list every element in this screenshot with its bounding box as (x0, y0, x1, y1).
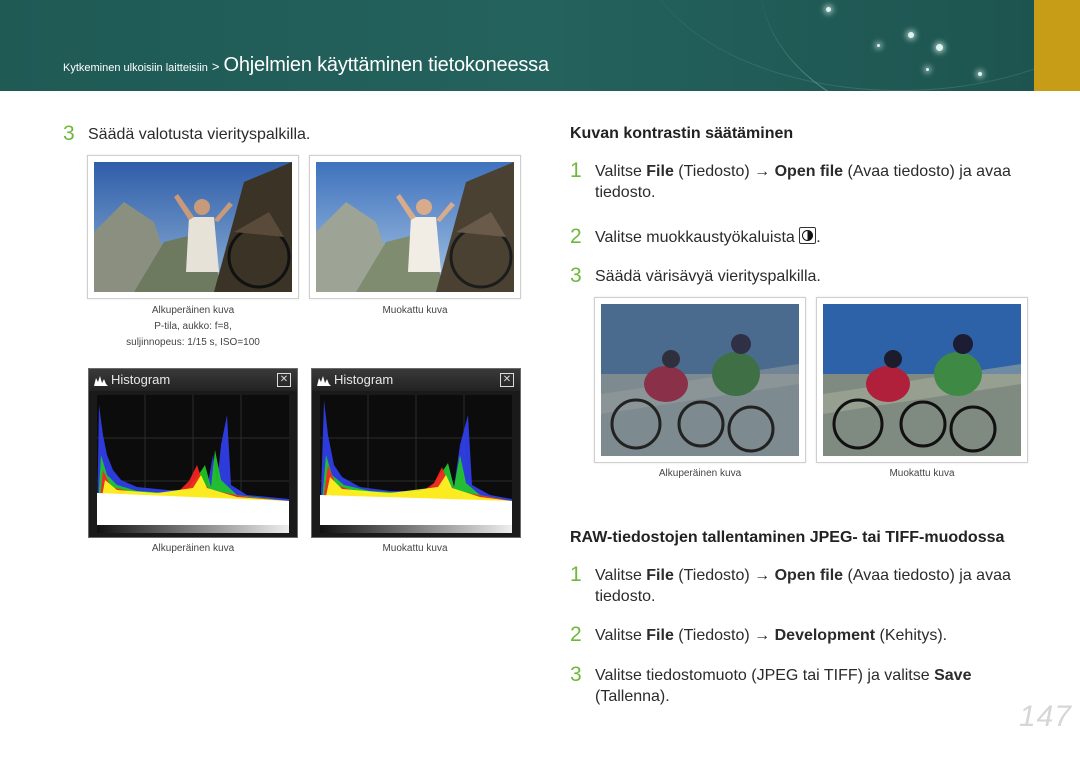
text-part: (Avaa tiedosto) ja avaa (843, 567, 1011, 584)
caption-histogram-modified: Muokattu kuva (382, 543, 448, 554)
step-adjust-tone: 3 Säädä värisävyä vierityspalkilla. (570, 264, 1050, 290)
step-text: Valitse muokkaustyökaluista . (595, 227, 821, 248)
text-part: (Avaa tiedosto) ja avaa (843, 163, 1011, 180)
histogram-icon (94, 376, 108, 386)
section-heading-contrast: Kuvan kontrastin säätäminen (570, 125, 794, 142)
decorative-sparkle (936, 44, 943, 51)
chapter-tab (1034, 0, 1080, 91)
photo-modified-exposure (309, 155, 521, 299)
cliff-photo-image (94, 162, 292, 292)
histogram-titlebar: Histogram ✕ (89, 369, 297, 391)
cyclist-photo (823, 304, 1021, 456)
menu-open-file: Open file (774, 163, 844, 180)
menu-file: File (646, 163, 674, 180)
cliff-photo-image (316, 162, 514, 292)
slider-thumb[interactable] (181, 518, 191, 525)
step-text: Valitse File (Tiedosto) → Open file (Ava… (595, 161, 1011, 203)
caption-original: Alkuperäinen kuva P-tila, aukko: f=8, su… (87, 303, 299, 351)
text-part: Valitse (595, 567, 647, 584)
step-open-file: 1 Valitse File (Tiedosto) → Open file (A… (570, 159, 1050, 205)
histogram-plot (97, 395, 289, 525)
step-number: 3 (570, 264, 582, 287)
histogram-icon (317, 376, 331, 386)
menu-open-file: Open file (774, 567, 844, 584)
step-number: 1 (570, 563, 582, 586)
breadcrumb-parent[interactable]: Kytkeminen ulkoisiin laitteisiin (63, 62, 208, 74)
caption-line: P-tila, aukko: f=8, (154, 321, 232, 332)
cyclist-photo (601, 304, 799, 456)
cliff-photo (316, 162, 514, 292)
decorative-sparkle (826, 7, 831, 12)
text-part: (Tiedosto) → (673, 627, 775, 644)
section-heading-raw: RAW-tiedostojen tallentaminen JPEG- tai … (570, 529, 1005, 546)
step-select-tool: 2 Valitse muokkaustyökaluista . (570, 225, 1050, 251)
text-part: tiedosto. (595, 588, 656, 605)
text-part: Valitse (595, 627, 647, 644)
text-part: (Tiedosto) → (673, 163, 775, 180)
decorative-sparkle (877, 44, 880, 47)
step-number: 2 (570, 225, 582, 248)
decorative-arc (760, 0, 1080, 91)
histogram-window-original: Histogram ✕ (88, 368, 298, 538)
step-text: Valitse File (Tiedosto) → Open file (Ava… (595, 565, 1011, 607)
text-part: tiedosto. (595, 184, 656, 201)
decorative-sparkle (908, 32, 914, 38)
page-number: 147 (1018, 700, 1072, 733)
slider-thumb[interactable] (402, 518, 412, 525)
caption-histogram-original: Alkuperäinen kuva (151, 543, 235, 554)
close-icon[interactable]: ✕ (500, 373, 514, 387)
cyclist-photo-image (601, 304, 799, 456)
histogram-window-modified: Histogram ✕ (311, 368, 521, 538)
histogram-title: Histogram (111, 372, 171, 387)
text-part: (Tiedosto) → (673, 567, 775, 584)
breadcrumb-separator: > (211, 59, 220, 74)
cyclist-photo-image (823, 304, 1021, 456)
text-part: (Tallenna). (595, 688, 670, 705)
step-save-format: 3 Valitse tiedostomuoto (JPEG tai TIFF) … (570, 663, 1050, 709)
step-number: 3 (63, 122, 75, 145)
caption-modified: Muokattu kuva (382, 305, 448, 316)
decorative-sparkle (926, 68, 929, 71)
step-number: 1 (570, 159, 582, 182)
text-part: Valitse tiedostomuoto (JPEG tai TIFF) ja… (595, 667, 935, 684)
decorative-sparkle (978, 72, 982, 76)
step-development: 2 Valitse File (Tiedosto) → Development … (570, 623, 1050, 649)
step-open-file: 1 Valitse File (Tiedosto) → Open file (A… (570, 563, 1050, 609)
step-text: Valitse tiedostomuoto (JPEG tai TIFF) ja… (595, 665, 971, 707)
step-text: Säädä värisävyä vierityspalkilla. (595, 268, 821, 285)
menu-save: Save (934, 667, 972, 684)
caption-original: Alkuperäinen kuva (658, 468, 742, 479)
breadcrumb: Kytkeminen ulkoisiin laitteisiin > Ohjelmi… (63, 54, 549, 77)
text-part: . (816, 229, 821, 246)
menu-development: Development (774, 627, 876, 644)
photo-original-contrast (594, 297, 806, 463)
histogram-title: Histogram (334, 372, 394, 387)
text-part: Valitse muokkaustyökaluista (595, 229, 795, 246)
step-adjust-exposure: 3 Säädä valotusta vierityspalkilla. (63, 122, 483, 148)
histogram-slider[interactable] (320, 518, 512, 533)
step-number: 2 (570, 623, 582, 646)
close-icon[interactable]: ✕ (277, 373, 291, 387)
step-text: Valitse File (Tiedosto) → Development (K… (595, 625, 947, 646)
photo-modified-contrast (816, 297, 1028, 463)
caption-line: Alkuperäinen kuva (151, 305, 235, 316)
page-header: Kytkeminen ulkoisiin laitteisiin > Ohjelmi… (0, 0, 1080, 91)
histogram-titlebar: Histogram ✕ (312, 369, 520, 391)
text-part: (Kehitys). (875, 627, 948, 644)
step-text: Säädä valotusta vierityspalkilla. (88, 126, 311, 143)
menu-file: File (646, 567, 674, 584)
menu-file: File (646, 627, 674, 644)
cliff-photo (94, 162, 292, 292)
caption-modified: Muokattu kuva (889, 468, 955, 479)
text-part: Valitse (595, 163, 647, 180)
photo-original-exposure (87, 155, 299, 299)
caption-line: suljinnopeus: 1/15 s, ISO=100 (126, 337, 260, 348)
contrast-tool-icon (799, 227, 817, 244)
step-number: 3 (570, 663, 582, 686)
histogram-slider[interactable] (97, 518, 289, 533)
page-title: Ohjelmien käyttäminen tietokoneessa (223, 54, 550, 76)
histogram-plot (320, 395, 512, 525)
